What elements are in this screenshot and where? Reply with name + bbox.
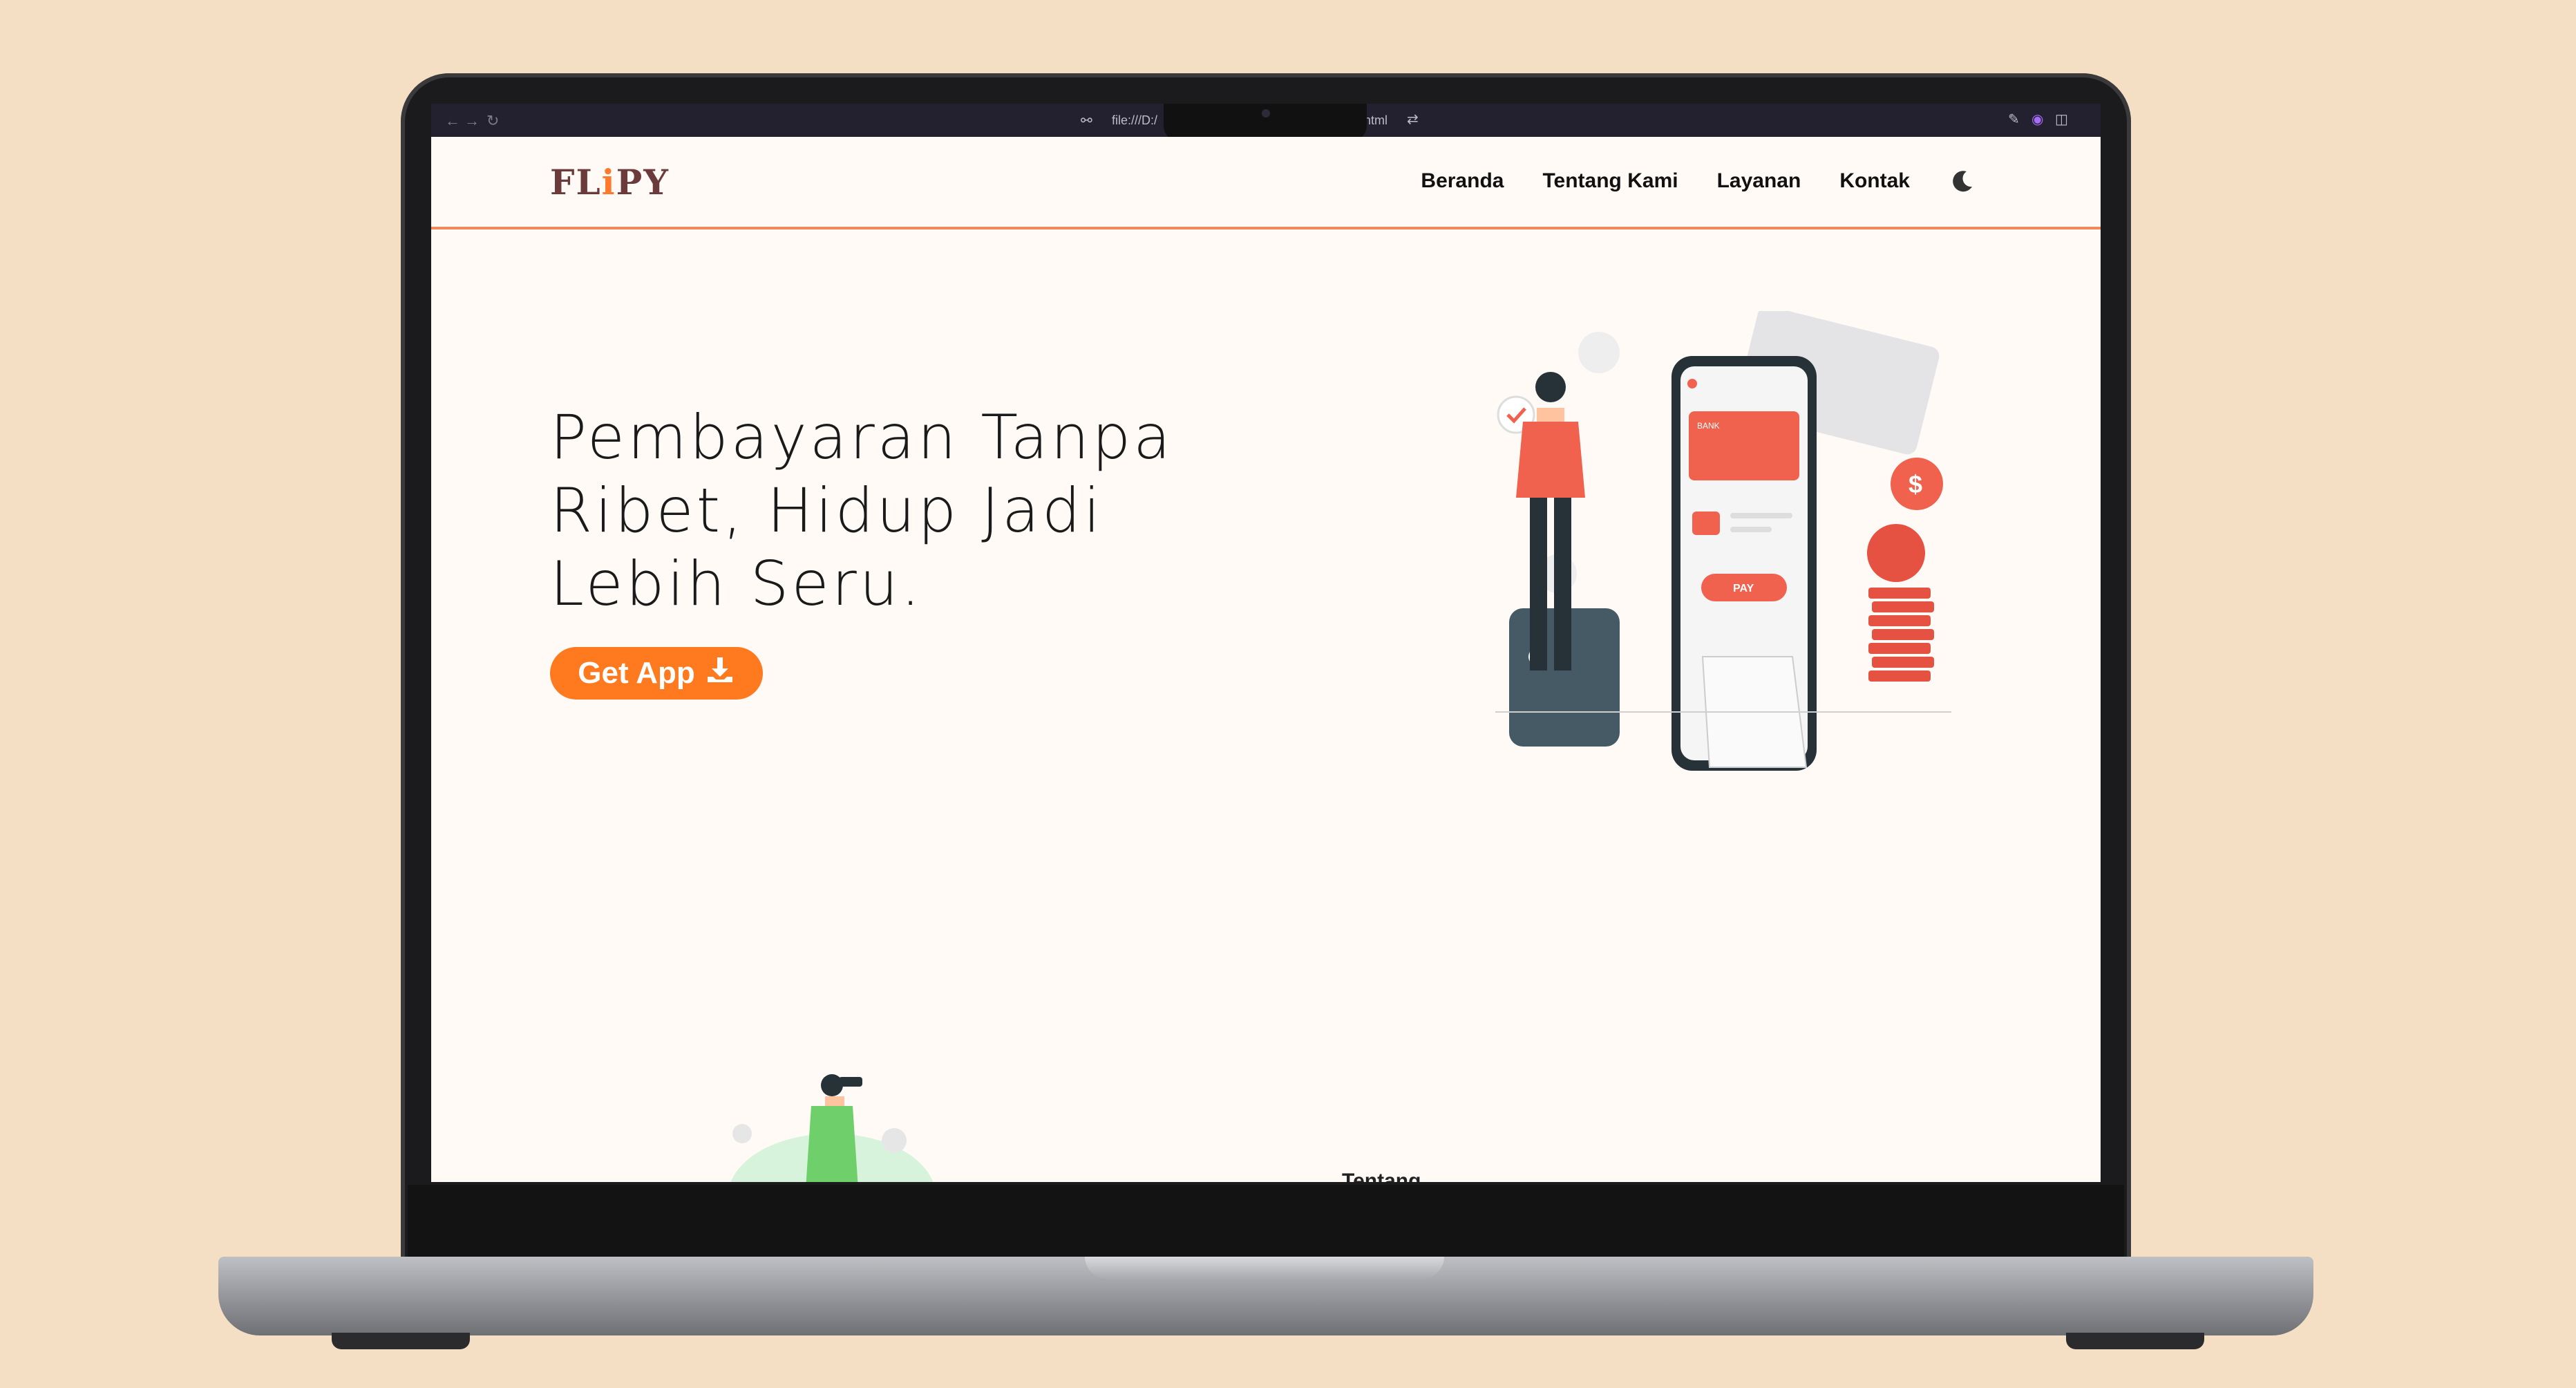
laptop-screen: ← → ↻ ⚯ file:///D:/ html ⇄ ✎ ◉ ◫ FLiPY B… [431, 104, 2101, 1182]
hero-illustration: BANK PAY $ [1495, 311, 1951, 771]
logo-suffix: PY [616, 162, 670, 203]
nav-layanan[interactable]: Layanan [1717, 169, 1801, 193]
laptop-foot-left [332, 1333, 470, 1349]
camera-dot [1262, 109, 1270, 118]
moon-icon[interactable] [1949, 167, 1976, 195]
back-icon[interactable]: ← [445, 112, 460, 130]
site-logo[interactable]: FLiPY [550, 162, 670, 203]
pen-icon[interactable]: ✎ [2008, 111, 2020, 128]
laptop-trackpad-notch [1085, 1257, 1444, 1279]
download-icon [705, 655, 735, 693]
get-app-button[interactable]: Get App [550, 647, 763, 700]
get-app-label: Get App [578, 656, 695, 690]
pay-label: PAY [1733, 583, 1754, 594]
about-section-heading: Tentang [1342, 1170, 1421, 1182]
svg-text:$: $ [1909, 470, 1922, 498]
logo-prefix: FL [550, 162, 602, 203]
site-info-icon[interactable]: ⚯ [1081, 112, 1092, 129]
site-header: FLiPY Beranda Tentang Kami Layanan Konta… [431, 137, 2101, 229]
hero-title: Pembayaran Tanpa Ribet, Hidup Jadi Lebih… [550, 402, 1174, 619]
sidebar-icon[interactable]: ◫ [2055, 111, 2068, 128]
nav-tentang-kami[interactable]: Tentang Kami [1542, 169, 1678, 193]
url-text-left[interactable]: file:///D:/ [1112, 113, 1157, 128]
nav-kontak[interactable]: Kontak [1839, 169, 1910, 193]
logo-i: i [601, 162, 616, 203]
laptop-bezel [408, 1185, 2124, 1261]
nav-beranda[interactable]: Beranda [1421, 169, 1504, 193]
laptop-foot-right [2066, 1333, 2204, 1349]
card-bank-label: BANK [1697, 421, 1720, 431]
translate-icon[interactable]: ⇄ [1407, 111, 1419, 128]
forward-icon[interactable]: → [464, 112, 480, 130]
extension-icon[interactable]: ◉ [2032, 111, 2043, 128]
main-nav: Beranda Tentang Kami Layanan Kontak [1421, 167, 1976, 195]
browser-toolbar: ← → ↻ ⚯ file:///D:/ html ⇄ ✎ ◉ ◫ [431, 104, 2101, 141]
reload-icon[interactable]: ↻ [486, 112, 499, 130]
about-illustration [730, 1074, 934, 1182]
url-text-right[interactable]: html [1364, 113, 1388, 128]
